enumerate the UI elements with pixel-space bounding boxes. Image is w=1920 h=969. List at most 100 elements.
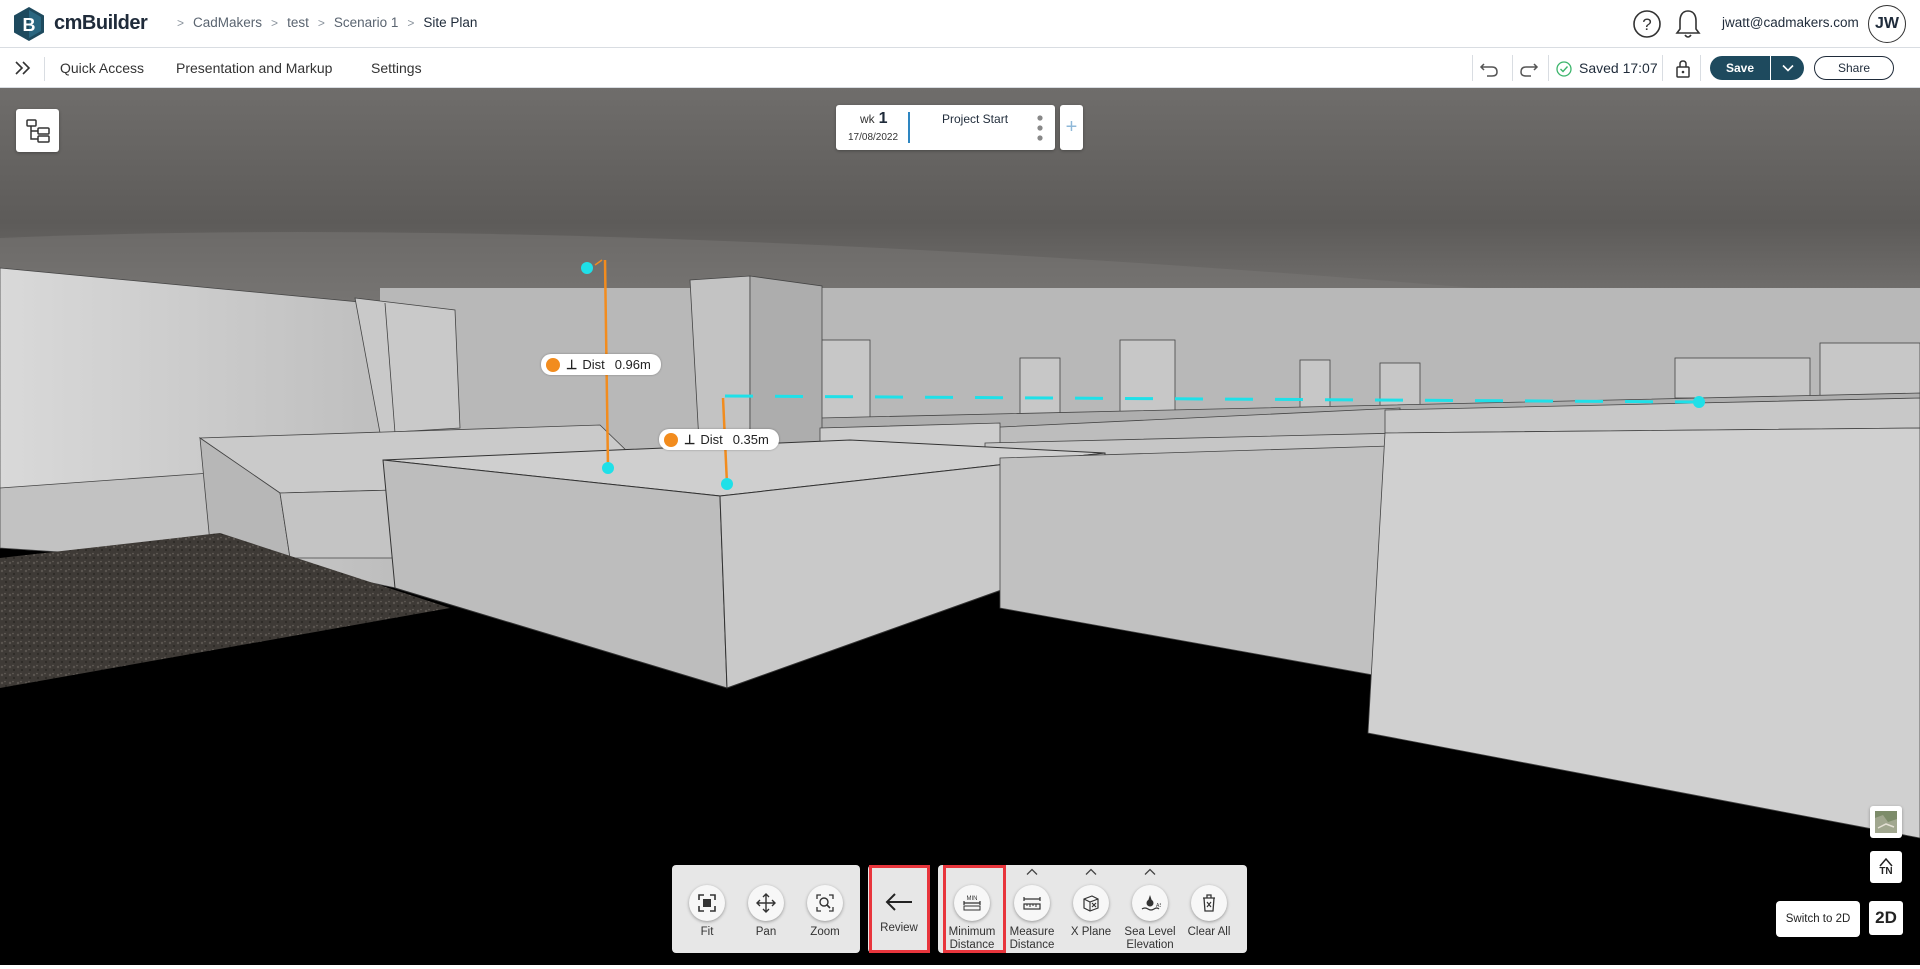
measurement-overlay xyxy=(581,259,1705,490)
svg-text:?: ? xyxy=(1642,15,1651,34)
brand-name: cmBuilder xyxy=(54,12,148,34)
undo-button[interactable] xyxy=(1476,57,1502,81)
notification-bell-icon[interactable] xyxy=(1674,8,1702,40)
add-timeline-button[interactable]: + xyxy=(1060,105,1083,150)
chevron-down-icon xyxy=(1781,64,1794,72)
measure-dashed-line xyxy=(724,394,1701,404)
saved-status: Saved 17:07 xyxy=(1579,60,1658,76)
pan-icon xyxy=(748,885,784,921)
divider xyxy=(1548,55,1549,81)
save-dropdown-button[interactable] xyxy=(1771,56,1804,80)
cmbuilder-logo-icon[interactable]: B xyxy=(12,6,46,42)
basemap-toggle-button[interactable] xyxy=(1870,806,1902,838)
x-plane-tool[interactable]: X Plane xyxy=(1062,865,1120,953)
distance-name: Dist xyxy=(700,432,723,447)
distance-label[interactable]: ⊥ Dist 0.35m xyxy=(659,429,779,450)
fit-icon xyxy=(689,885,725,921)
redo-icon xyxy=(1520,63,1539,77)
distance-value: 0.35m xyxy=(732,432,769,447)
chevron-right-icon: > xyxy=(317,15,325,30)
chevron-right-icon: > xyxy=(407,15,415,30)
breadcrumb-item[interactable]: CadMakers xyxy=(193,15,262,30)
tool-label: Sea Level Elevation xyxy=(1124,926,1176,951)
measure-point xyxy=(602,462,614,474)
tool-label: Fit xyxy=(700,926,714,938)
tool-label: Zoom xyxy=(810,926,840,938)
clear-all-tool[interactable]: Clear All xyxy=(1180,865,1238,953)
redo-button[interactable] xyxy=(1516,57,1542,81)
help-icon[interactable]: ? xyxy=(1632,9,1662,39)
true-north-button[interactable]: TN xyxy=(1870,851,1902,883)
chevron-right-icon: > xyxy=(177,15,185,30)
lock-icon[interactable] xyxy=(1672,58,1694,80)
timeline-divider xyxy=(908,112,910,143)
svg-text:ASL: ASL xyxy=(1156,903,1161,909)
true-north-label: TN xyxy=(1879,865,1893,877)
menu-quick-access[interactable]: Quick Access xyxy=(60,60,144,76)
distance-name: Dist xyxy=(582,357,605,372)
switch-2d-button[interactable]: 2D xyxy=(1869,901,1903,935)
saved-check-icon xyxy=(1556,61,1572,77)
tool-label: Measure Distance xyxy=(1009,926,1055,951)
share-button[interactable]: Share xyxy=(1814,56,1894,80)
measure-point xyxy=(721,478,733,490)
menu-settings[interactable]: Settings xyxy=(371,60,422,76)
timeline-title: Project Start xyxy=(942,112,1009,126)
model-tree-button[interactable] xyxy=(16,109,59,152)
timeline-date: 17/08/2022 xyxy=(848,132,899,143)
divider xyxy=(1512,55,1513,81)
minimum-distance-highlight xyxy=(943,865,1006,953)
switch-to-2d-tooltip: Switch to 2D xyxy=(1776,901,1860,937)
chevron-right-icon: > xyxy=(271,15,279,30)
perpendicular-icon: ⊥ xyxy=(566,356,578,372)
measurement-color-dot xyxy=(664,432,678,447)
3d-viewport[interactable]: wk 1 17/08/2022 Project Start + ⊥ Dist 0.… xyxy=(0,88,1920,965)
top-header: B cmBuilder > CadMakers > test > Scenari… xyxy=(0,0,1920,48)
divider xyxy=(1472,55,1473,81)
logo-letter: B xyxy=(23,15,36,35)
user-email[interactable]: jwatt@cadmakers.com xyxy=(1722,15,1859,30)
breadcrumb: > CadMakers > test > Scenario 1 > Site P… xyxy=(168,15,477,30)
menu-presentation-markup[interactable]: Presentation and Markup xyxy=(176,60,332,76)
timeline-week: wk 1 xyxy=(860,110,888,127)
more-options-icon[interactable] xyxy=(1036,113,1044,143)
user-avatar[interactable]: JW xyxy=(1868,5,1906,43)
tool-label: Clear All xyxy=(1187,926,1231,938)
perpendicular-icon: ⊥ xyxy=(684,431,696,447)
zoom-tool[interactable]: Zoom xyxy=(796,865,854,953)
undo-icon xyxy=(1479,63,1498,77)
distance-label[interactable]: ⊥ Dist 0.96m xyxy=(541,354,661,375)
breadcrumb-item[interactable]: test xyxy=(287,15,309,30)
hierarchy-tree-icon xyxy=(25,118,50,143)
chevron-up-icon[interactable] xyxy=(1026,868,1038,876)
chevron-up-icon[interactable] xyxy=(1144,868,1156,876)
double-chevron-right-icon[interactable] xyxy=(12,58,34,78)
measure-point xyxy=(1693,396,1705,408)
zoom-icon xyxy=(807,885,843,921)
measure-point xyxy=(581,262,593,274)
tool-label: Pan xyxy=(755,926,777,938)
review-highlight xyxy=(869,865,930,953)
menu-bar: Quick Access Presentation and Markup Set… xyxy=(0,49,1920,88)
breadcrumb-item[interactable]: Scenario 1 xyxy=(334,15,399,30)
chevron-up-icon[interactable] xyxy=(1085,868,1097,876)
x-plane-icon xyxy=(1073,885,1109,921)
save-button[interactable]: Save xyxy=(1710,56,1770,80)
measure-distance-tool[interactable]: Measure Distance xyxy=(1003,865,1061,953)
fit-tool[interactable]: Fit xyxy=(678,865,736,953)
distance-value: 0.96m xyxy=(614,357,651,372)
pan-tool[interactable]: Pan xyxy=(737,865,795,953)
sea-level-elevation-tool[interactable]: ASL Sea Level Elevation xyxy=(1121,865,1179,953)
divider xyxy=(1700,55,1701,81)
trash-icon xyxy=(1191,885,1227,921)
timeline-week-number: 1 xyxy=(878,110,888,127)
bottom-strip xyxy=(0,965,1920,969)
breadcrumb-current: Site Plan xyxy=(423,15,478,30)
timeline-card[interactable]: wk 1 17/08/2022 Project Start xyxy=(836,105,1055,150)
divider xyxy=(44,57,45,81)
measure-distance-icon xyxy=(1014,885,1050,921)
tool-label: X Plane xyxy=(1070,926,1112,938)
navigation-toolbar: Fit Pan Zoom xyxy=(672,865,860,953)
map-thumbnail-icon xyxy=(1875,811,1897,833)
divider xyxy=(1662,55,1663,81)
